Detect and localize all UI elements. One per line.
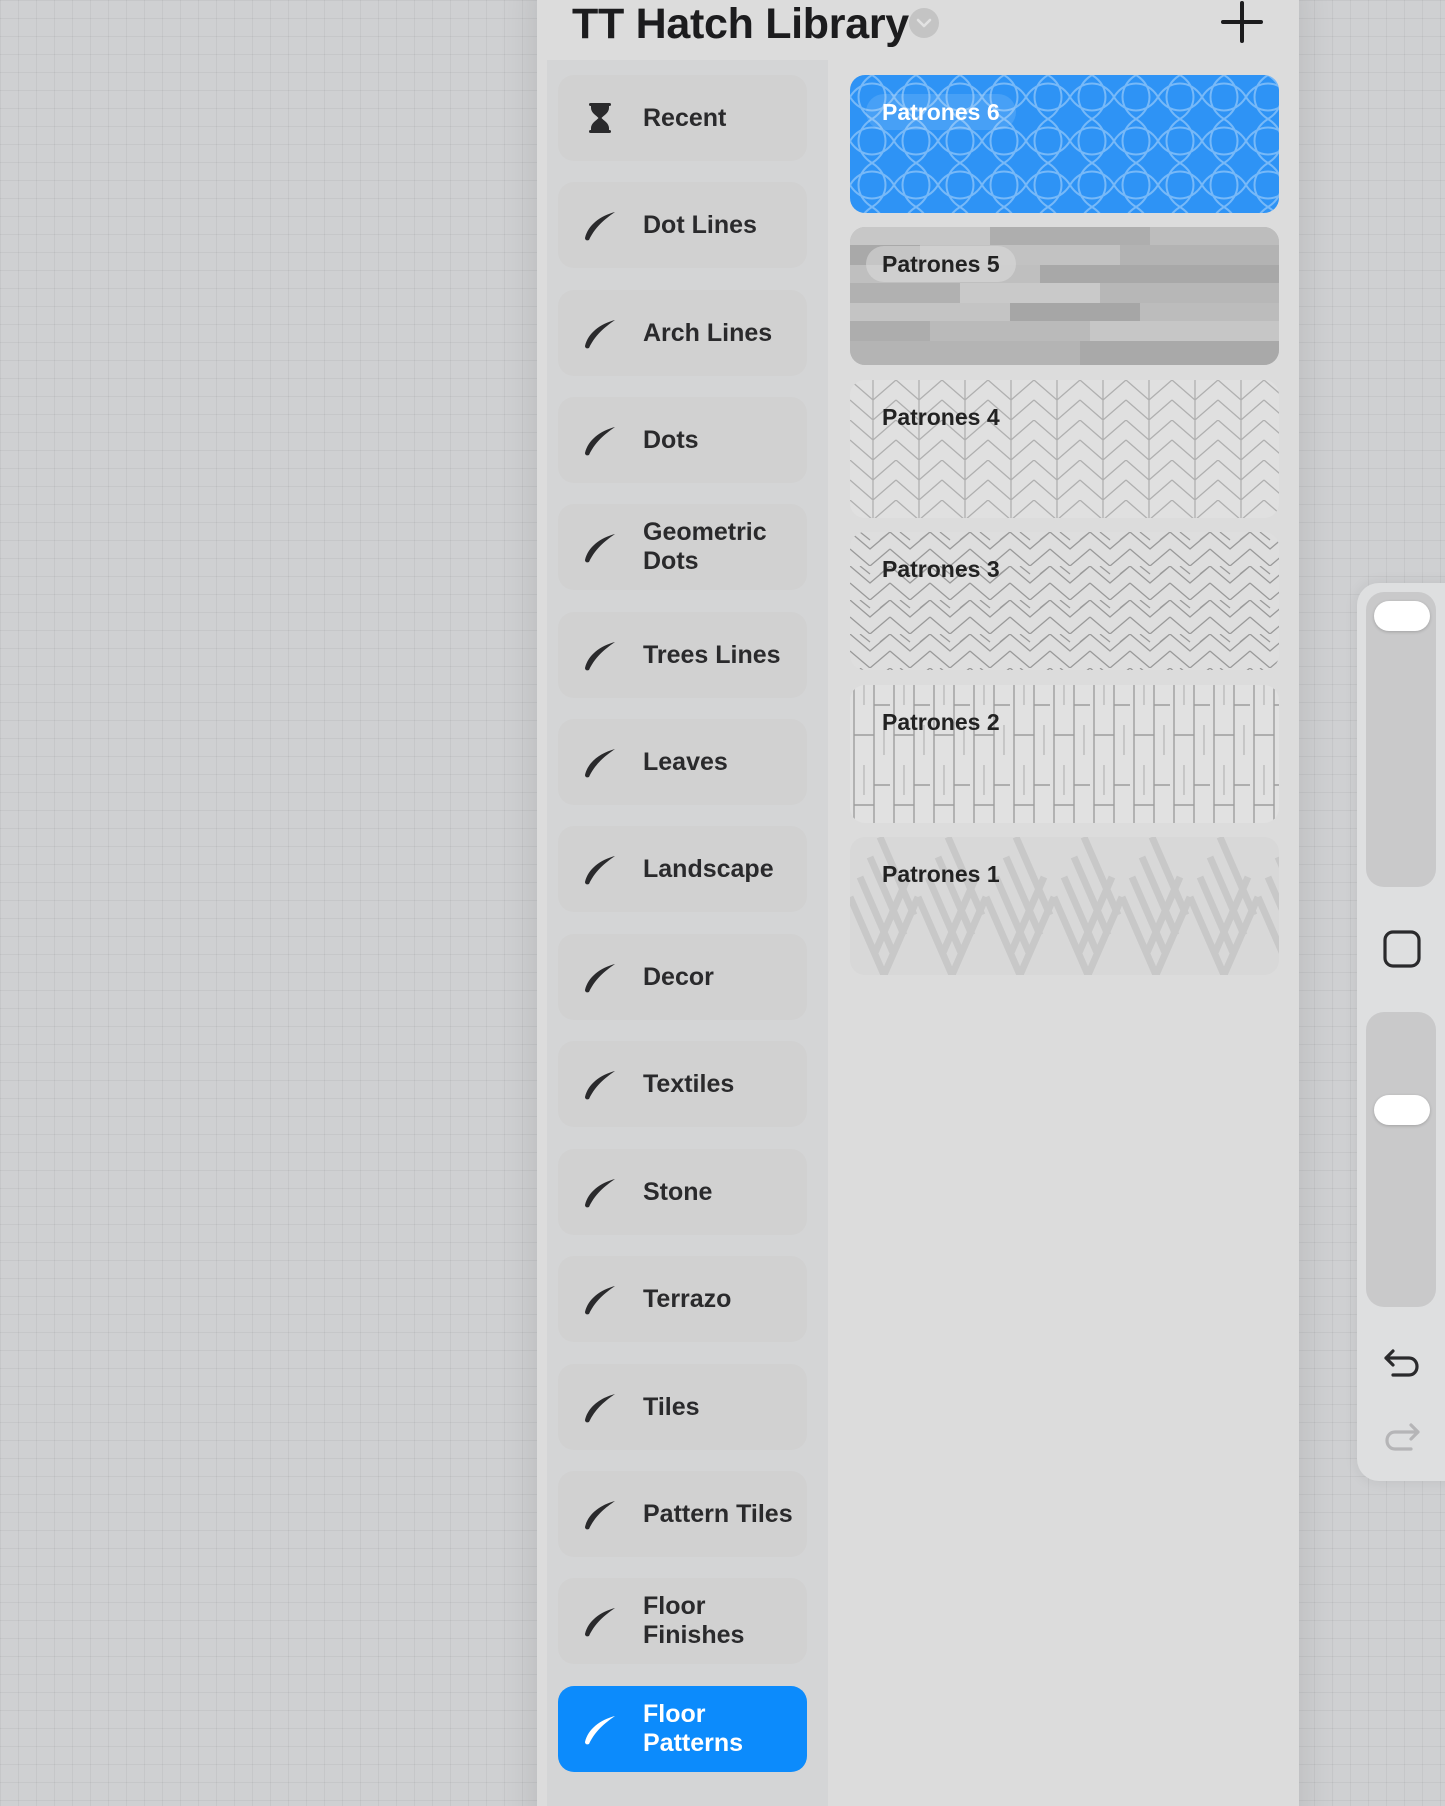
brush-card-patrones-1[interactable]: Patrones 1 bbox=[850, 837, 1279, 975]
opacity-slider[interactable] bbox=[1366, 1012, 1436, 1307]
set-item-tiles[interactable]: Tiles bbox=[558, 1364, 807, 1450]
brush-size-slider[interactable] bbox=[1366, 592, 1436, 887]
set-item-arch-lines[interactable]: Arch Lines bbox=[558, 290, 807, 376]
set-label: Leaves bbox=[643, 747, 728, 776]
brush-name: Patrones 6 bbox=[866, 94, 1016, 130]
brush-stroke-icon bbox=[580, 742, 620, 782]
set-item-dot-lines[interactable]: Dot Lines bbox=[558, 182, 807, 268]
brush-stroke-icon bbox=[580, 1709, 620, 1749]
brush-stroke-icon bbox=[580, 420, 620, 460]
modify-square-icon[interactable] bbox=[1381, 928, 1423, 970]
set-label: Terrazo bbox=[643, 1284, 732, 1313]
brush-stroke-icon bbox=[580, 1064, 620, 1104]
opacity-slider-thumb[interactable] bbox=[1374, 1095, 1430, 1125]
redo-icon[interactable] bbox=[1381, 1415, 1423, 1457]
set-item-decor[interactable]: Decor bbox=[558, 934, 807, 1020]
brush-stroke-icon bbox=[580, 1494, 620, 1534]
set-item-terrazo[interactable]: Terrazo bbox=[558, 1256, 807, 1342]
set-label: Geometric Dots bbox=[643, 518, 767, 575]
brush-stroke-icon bbox=[580, 313, 620, 353]
brush-name: Patrones 1 bbox=[882, 861, 1000, 887]
brush-card-patrones-4[interactable]: Patrones 4 bbox=[850, 380, 1279, 518]
set-item-geometric-dots[interactable]: Geometric Dots bbox=[558, 504, 807, 590]
set-label: Arch Lines bbox=[643, 318, 773, 347]
brush-name: Patrones 5 bbox=[866, 246, 1016, 282]
brush-card-patrones-6[interactable]: Patrones 6 bbox=[850, 75, 1279, 213]
set-label: Floor Finishes bbox=[643, 1592, 745, 1649]
chevron-down-icon[interactable] bbox=[909, 8, 939, 38]
set-label: Dot Lines bbox=[643, 210, 757, 239]
brush-card-patrones-5[interactable]: Patrones 5 bbox=[850, 227, 1279, 365]
set-label: Stone bbox=[643, 1177, 713, 1206]
set-label: Landscape bbox=[643, 854, 774, 883]
set-item-stone[interactable]: Stone bbox=[558, 1149, 807, 1235]
undo-icon[interactable] bbox=[1381, 1341, 1423, 1383]
hourglass-icon bbox=[580, 98, 620, 138]
brush-card-patrones-2[interactable]: Patrones 2 bbox=[850, 685, 1279, 823]
plus-icon[interactable] bbox=[1220, 0, 1264, 44]
brush-size-slider-thumb[interactable] bbox=[1374, 601, 1430, 631]
brush-stroke-icon bbox=[580, 205, 620, 245]
set-label: Trees Lines bbox=[643, 640, 781, 669]
set-item-textiles[interactable]: Textiles bbox=[558, 1041, 807, 1127]
set-label: Decor bbox=[643, 962, 714, 991]
set-item-leaves[interactable]: Leaves bbox=[558, 719, 807, 805]
brush-name: Patrones 2 bbox=[882, 709, 1000, 735]
set-item-floor-patterns[interactable]: Floor Patterns bbox=[558, 1686, 807, 1772]
set-item-dots[interactable]: Dots bbox=[558, 397, 807, 483]
brush-name: Patrones 3 bbox=[882, 556, 1000, 582]
brush-stroke-icon bbox=[580, 1279, 620, 1319]
brush-name: Patrones 4 bbox=[882, 404, 1000, 430]
brush-stroke-icon bbox=[580, 957, 620, 997]
set-item-recent[interactable]: Recent bbox=[558, 75, 807, 161]
set-item-trees-lines[interactable]: Trees Lines bbox=[558, 612, 807, 698]
brush-card-patrones-3[interactable]: Patrones 3 bbox=[850, 532, 1279, 670]
brush-stroke-icon bbox=[580, 1601, 620, 1641]
set-item-pattern-tiles[interactable]: Pattern Tiles bbox=[558, 1471, 807, 1557]
set-item-landscape[interactable]: Landscape bbox=[558, 826, 807, 912]
set-label: Floor Patterns bbox=[643, 1700, 744, 1757]
brush-stroke-icon bbox=[580, 1387, 620, 1427]
set-label: Textiles bbox=[643, 1069, 735, 1098]
set-label: Dots bbox=[643, 425, 699, 454]
set-item-floor-finishes[interactable]: Floor Finishes bbox=[558, 1578, 807, 1664]
brush-stroke-icon bbox=[580, 635, 620, 675]
brush-stroke-icon bbox=[580, 849, 620, 889]
set-label: Tiles bbox=[643, 1392, 700, 1421]
brush-stroke-icon bbox=[580, 1172, 620, 1212]
set-label: Recent bbox=[643, 103, 727, 132]
brush-stroke-icon bbox=[580, 527, 620, 567]
library-title[interactable]: TT Hatch Library bbox=[572, 0, 909, 48]
set-label: Pattern Tiles bbox=[643, 1499, 793, 1528]
